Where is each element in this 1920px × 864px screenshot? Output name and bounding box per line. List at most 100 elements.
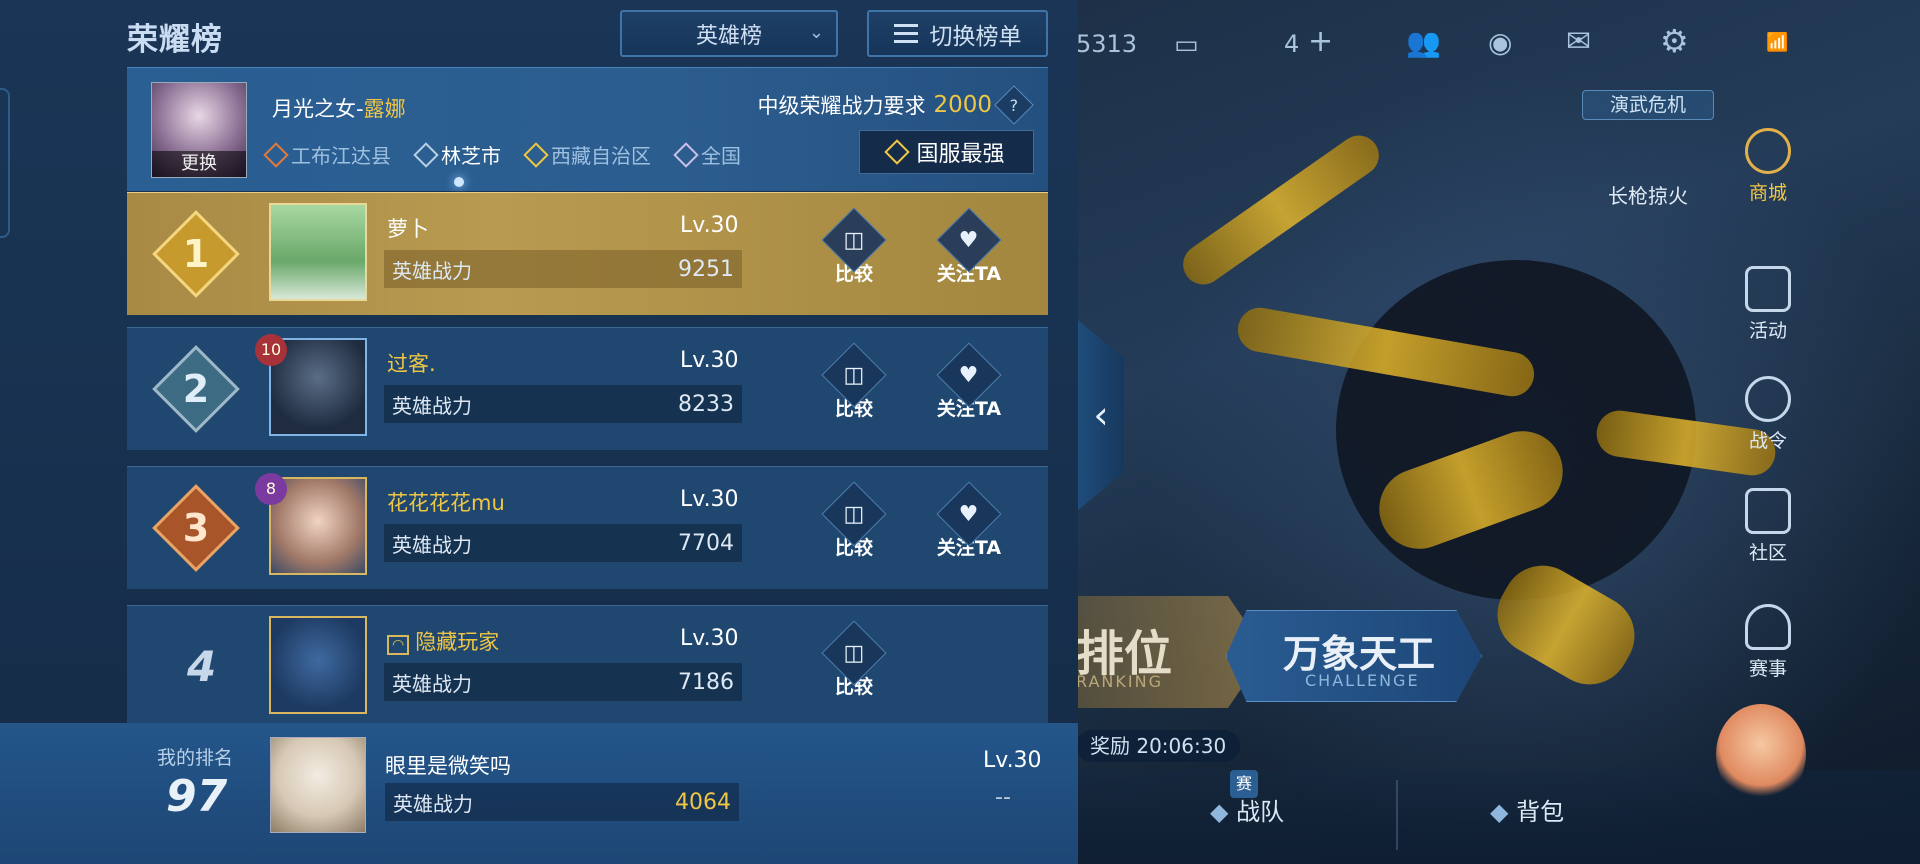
national-gem-icon <box>673 141 699 168</box>
rank-row[interactable]: 2 10 过客. Lv.30 英雄战力 8233 ◫ 比较 ♥ 关注TA <box>127 327 1048 450</box>
follow-button[interactable]: ♥ 关注TA <box>934 481 1004 571</box>
rank-number: 3 <box>182 506 210 550</box>
nav-label: 背包 <box>1516 798 1565 826</box>
rank-badge: 1 <box>151 209 241 299</box>
follow-icon: ♥ <box>959 501 979 527</box>
hero-avatar[interactable]: 更换 <box>151 82 247 178</box>
trophy-icon <box>1745 604 1791 650</box>
crown-icon <box>884 139 911 165</box>
compare-button[interactable]: ◫ 比较 <box>819 342 889 432</box>
my-rank-bar: 我的排名 97 眼里是微笑吗 英雄战力 4064 Lv.30 -- <box>0 723 1078 864</box>
compare-button[interactable]: ◫ 比较 <box>819 207 889 297</box>
wifi-icon: 📶 <box>1766 32 1789 53</box>
replay-icon[interactable]: ◉ <box>1488 26 1512 59</box>
tab-region-city[interactable]: 林芝市 <box>413 140 501 169</box>
friends-icon[interactable]: 👥 <box>1406 26 1441 59</box>
chevron-down-icon: ⌄ <box>808 22 824 43</box>
nav-label: 战队 <box>1236 798 1285 826</box>
shop-icon <box>1745 128 1791 174</box>
rank-row[interactable]: 1 萝卜 Lv.30 英雄战力 9251 ◫ 比较 ♥ 关注TA <box>127 192 1048 315</box>
player-level: Lv.30 <box>680 213 739 238</box>
nav-team[interactable]: ◆ 战队 <box>1210 792 1284 827</box>
reward-time: 20:06:30 <box>1136 734 1227 758</box>
compare-button[interactable]: ◫ 比较 <box>819 620 889 710</box>
reward-prefix: 奖励 <box>1090 734 1130 758</box>
change-hero-label: 更换 <box>152 151 246 177</box>
follow-button[interactable]: ♥ 关注TA <box>934 207 1004 297</box>
dropdown-value: 英雄榜 <box>695 23 762 49</box>
challenge-mode-button[interactable]: 万象天工 CHALLENGE <box>1226 610 1482 702</box>
menu-community[interactable]: 社区 <box>1728 488 1808 565</box>
tab-region-province[interactable]: 西藏自治区 <box>523 140 651 169</box>
player-avatar[interactable] <box>269 616 367 714</box>
power-bar: 英雄战力 7186 <box>384 663 742 701</box>
player-avatar[interactable] <box>269 203 367 301</box>
menu-battlepass[interactable]: 战令 <box>1728 376 1808 453</box>
player-name: 萝卜 <box>387 217 429 241</box>
power-value: 9251 <box>678 256 734 282</box>
rank-badge: 3 <box>151 483 241 573</box>
player-name: 隐藏玩家 <box>415 630 500 654</box>
hero-name-main: 露娜 <box>363 97 406 121</box>
power-value: 7186 <box>678 669 734 695</box>
help-icon[interactable]: ? <box>994 85 1034 125</box>
currency-amount: 5313 <box>1076 30 1138 58</box>
menu-label: 活动 <box>1748 320 1787 342</box>
tab-region-national[interactable]: 全国 <box>673 140 741 169</box>
chest-icon <box>1745 266 1791 312</box>
switch-label: 切换榜单 <box>929 23 1022 50</box>
add-icon[interactable]: + <box>1308 24 1333 59</box>
silver-gem-icon <box>413 141 439 168</box>
reward-timer: 奖励 20:06:30 <box>1076 730 1241 762</box>
menu-activity[interactable]: 活动 <box>1728 266 1808 343</box>
gear-icon[interactable]: ⚙ <box>1660 22 1689 60</box>
team-icon: ◆ <box>1210 798 1229 826</box>
follow-button[interactable]: ♥ 关注TA <box>934 342 1004 432</box>
my-avatar[interactable] <box>270 737 366 833</box>
my-rank-label: 我的排名 <box>157 747 234 769</box>
player-name: 过客. <box>387 352 436 376</box>
requirement-value: 2000 <box>933 92 992 118</box>
power-label: 英雄战力 <box>392 393 472 418</box>
menu-label: 商城 <box>1748 182 1787 204</box>
hero-header: 更换 月光之女-露娜 中级荣耀战力要求 2000 ? 工布江达县 林芝市 西藏自… <box>127 67 1048 191</box>
assistant-avatar[interactable] <box>1716 704 1806 804</box>
power-label: 英雄战力 <box>392 258 472 283</box>
switch-board-button[interactable]: 切换榜单 <box>867 10 1048 57</box>
menu-shop[interactable]: 商城 <box>1728 128 1808 205</box>
hero-name: 月光之女-露娜 <box>272 93 406 123</box>
requirement-label: 中级荣耀战力要求 <box>757 94 926 118</box>
rank-number: 4 <box>187 642 217 691</box>
compare-icon: ◫ <box>843 227 865 253</box>
region-tabs: 工布江达县 林芝市 西藏自治区 全国 <box>263 140 741 169</box>
mail-icon[interactable]: ✉ <box>1566 24 1591 59</box>
compare-icon: ◫ <box>843 640 865 666</box>
gold-gem-icon <box>523 141 549 168</box>
player-name-wrap: ◠ 隐藏玩家 <box>387 626 499 656</box>
rank-row[interactable]: 4 ◠ 隐藏玩家 Lv.30 英雄战力 7186 ◫ 比较 <box>127 605 1048 723</box>
my-level: Lv.30 <box>983 748 1042 773</box>
tab-region-county[interactable]: 工布江达县 <box>263 140 391 169</box>
compare-button[interactable]: ◫ 比较 <box>819 481 889 571</box>
menu-events[interactable]: 赛事 <box>1728 604 1808 681</box>
rank-number: 1 <box>182 232 210 276</box>
my-name: 眼里是微笑吗 <box>385 754 511 778</box>
side-handle[interactable] <box>0 88 10 238</box>
player-name: 花花花花mu <box>387 491 505 515</box>
rank-badge: 2 <box>151 344 241 434</box>
player-level: Lv.30 <box>680 487 739 512</box>
strongest-label: 国服最强 <box>916 142 1005 167</box>
event-name[interactable]: 长枪掠火 <box>1608 180 1688 209</box>
my-power-bar: 英雄战力 4064 <box>385 783 739 821</box>
rank-row[interactable]: 3 8 花花花花mu Lv.30 英雄战力 7704 ◫ 比较 ♥ 关注TA <box>127 466 1048 589</box>
my-extra: -- <box>995 785 1011 810</box>
honor-panel: 荣耀榜 英雄榜 ⌄ 切换榜单 更换 月光之女-露娜 中级荣耀战力要求 2000 … <box>0 0 1078 864</box>
strongest-button[interactable]: 国服最强 <box>859 130 1034 174</box>
card-icon[interactable]: ▭ <box>1174 30 1199 60</box>
nav-backpack[interactable]: ◆ 背包 <box>1490 792 1564 827</box>
board-dropdown[interactable]: 英雄榜 ⌄ <box>620 10 838 57</box>
my-power-value: 4064 <box>675 789 731 815</box>
player-level: Lv.30 <box>680 348 739 373</box>
event-tag[interactable]: 演武危机 <box>1582 90 1714 120</box>
region-label: 工布江达县 <box>291 144 391 168</box>
